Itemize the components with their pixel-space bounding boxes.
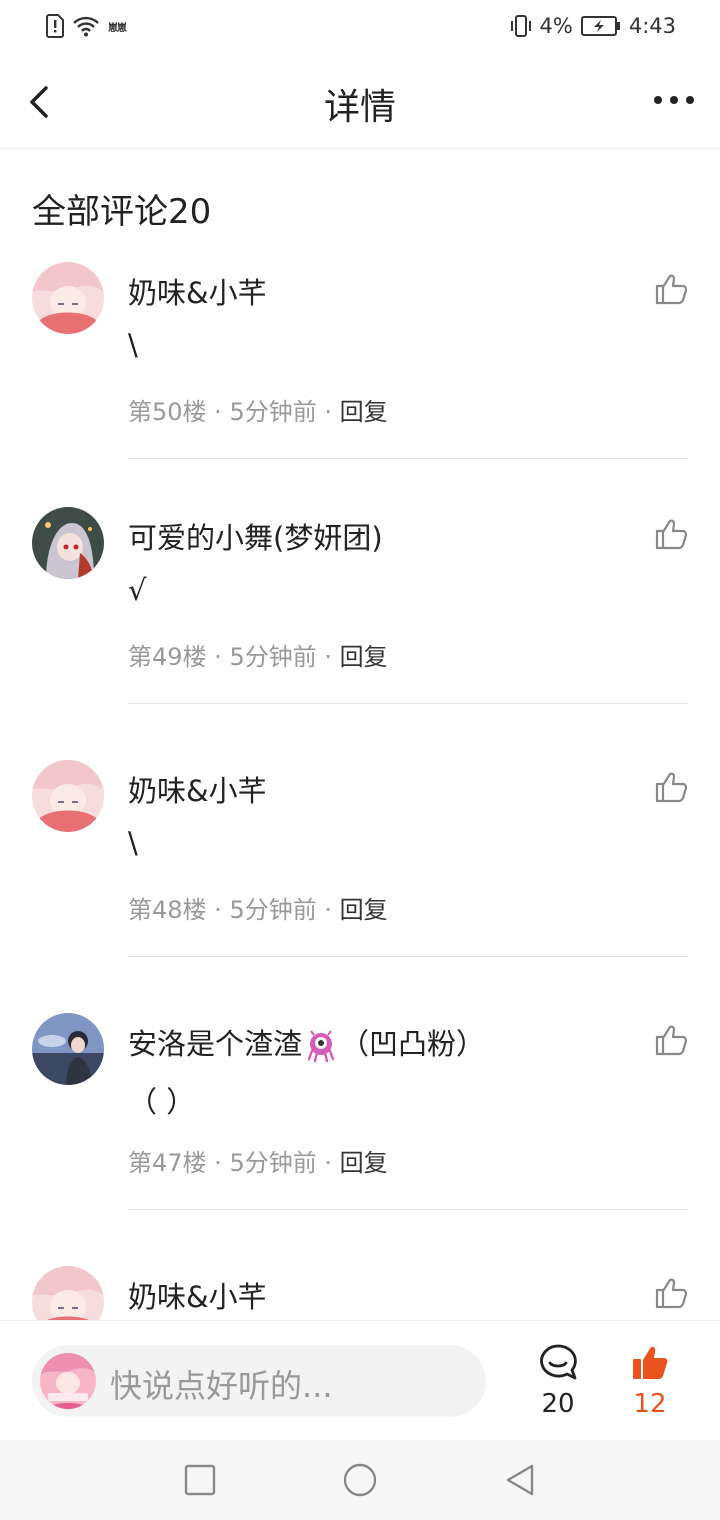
comment-floor: 第47楼: [128, 1149, 207, 1177]
back-triangle-icon[interactable]: [502, 1462, 538, 1498]
reply-link[interactable]: 回复: [340, 398, 388, 426]
comment-floor: 第48楼: [128, 896, 207, 924]
author-name-part: （凹凸粉）: [340, 1027, 486, 1061]
reply-link[interactable]: 回复: [340, 896, 388, 924]
comment-text: \: [128, 826, 138, 860]
bottom-comment-bar: 快说点好听的... 20 12: [0, 1320, 720, 1441]
alien-monster-emoji-icon: [307, 1030, 335, 1063]
comment-item: 可爱的小舞(梦妍团) √ 第49楼 · 5分钟前 · 回复: [0, 507, 720, 760]
comment-meta: 第50楼 · 5分钟前 · 回复: [128, 392, 388, 427]
thumbs-up-filled-icon: [633, 1346, 668, 1379]
reply-link[interactable]: 回复: [340, 643, 388, 671]
comment-meta: 第47楼 · 5分钟前 · 回复: [128, 1143, 388, 1178]
comment-input-placeholder: 快说点好听的...: [110, 1367, 333, 1405]
divider: [128, 956, 688, 957]
comment-count-button[interactable]: 20: [532, 1343, 584, 1419]
thumbs-up-icon[interactable]: [654, 272, 688, 306]
recent-apps-icon[interactable]: [182, 1462, 218, 1498]
comment-author[interactable]: 可爱的小舞(梦妍团): [128, 515, 383, 557]
divider: [128, 703, 688, 704]
comment-text: \: [128, 328, 138, 362]
comment-meta: 第48楼 · 5分钟前 · 回复: [128, 890, 388, 925]
page-title: 详情: [323, 87, 396, 128]
thumbs-up-icon[interactable]: [654, 517, 688, 551]
divider: [128, 458, 688, 459]
vibrate-icon: [510, 15, 531, 37]
comment-item: 奶味&小芊 \ 第48楼 · 5分钟前 · 回复: [0, 760, 720, 1013]
battery-charging-icon: [580, 16, 620, 36]
comment-floor: 第50楼: [128, 398, 207, 426]
meta-separator: ·: [206, 643, 230, 671]
comment-text: √: [128, 573, 147, 607]
more-dots-icon[interactable]: [654, 96, 694, 104]
comment-author[interactable]: 奶味&小芊: [128, 270, 267, 312]
comment-time: 5分钟前: [229, 643, 317, 671]
avatar[interactable]: [32, 1266, 104, 1320]
comment-item: 奶味&小芊 \ 第50楼 · 5分钟前 · 回复: [0, 262, 720, 515]
avatar[interactable]: [32, 1013, 104, 1085]
system-nav-bar: [0, 1440, 720, 1520]
reply-link[interactable]: 回复: [340, 1149, 388, 1177]
comments-section-title: 全部评论20: [32, 192, 212, 232]
my-avatar: [40, 1353, 96, 1409]
battery-percent: 4%: [539, 14, 573, 38]
meta-separator: ·: [206, 896, 230, 924]
author-name-part: 安洛是个渣渣: [128, 1027, 303, 1061]
avatar[interactable]: [32, 760, 104, 832]
divider: [128, 1209, 688, 1210]
comment-author[interactable]: 奶味&小芊: [128, 1274, 267, 1316]
thumbs-up-icon[interactable]: [654, 1023, 688, 1057]
comment-time: 5分钟前: [229, 896, 317, 924]
status-bar: 崽崽 4% 4:43: [0, 0, 720, 56]
meta-separator: ·: [316, 896, 340, 924]
wifi-icon: [73, 16, 99, 37]
comment-input[interactable]: 快说点好听的...: [32, 1345, 486, 1417]
meta-separator: ·: [206, 1149, 230, 1177]
like-count-button[interactable]: 12: [622, 1343, 678, 1419]
sim-alert-icon: [46, 14, 64, 38]
comment-time: 5分钟前: [229, 398, 317, 426]
comment-author[interactable]: 奶味&小芊: [128, 768, 267, 810]
thumbs-up-icon[interactable]: [654, 1276, 688, 1310]
comment-floor: 第49楼: [128, 643, 207, 671]
thumbs-up-icon[interactable]: [654, 770, 688, 804]
like-count: 12: [633, 1389, 667, 1419]
meta-separator: ·: [316, 643, 340, 671]
comment-item: 安洛是个渣渣 （凹凸粉） （ ） 第47楼 · 5分钟前 · 回复: [0, 1013, 720, 1266]
comment-count: 20: [541, 1389, 575, 1419]
comment-author[interactable]: 安洛是个渣渣 （凹凸粉）: [128, 1021, 485, 1063]
comment-bubble-icon: [540, 1344, 577, 1380]
comment-time: 5分钟前: [229, 1149, 317, 1177]
avatar[interactable]: [32, 507, 104, 579]
avatar[interactable]: [32, 262, 104, 334]
home-icon[interactable]: [342, 1462, 378, 1498]
comment-meta: 第49楼 · 5分钟前 · 回复: [128, 637, 388, 672]
meta-separator: ·: [316, 1149, 340, 1177]
comment-item: 奶味&小芊: [0, 1266, 720, 1320]
meta-separator: ·: [316, 398, 340, 426]
comment-text: （ ）: [128, 1085, 196, 1119]
status-time: 4:43: [628, 14, 676, 38]
meta-separator: ·: [206, 398, 230, 426]
top-header: 详情: [0, 56, 720, 149]
status-small-text: 崽崽: [108, 22, 127, 34]
